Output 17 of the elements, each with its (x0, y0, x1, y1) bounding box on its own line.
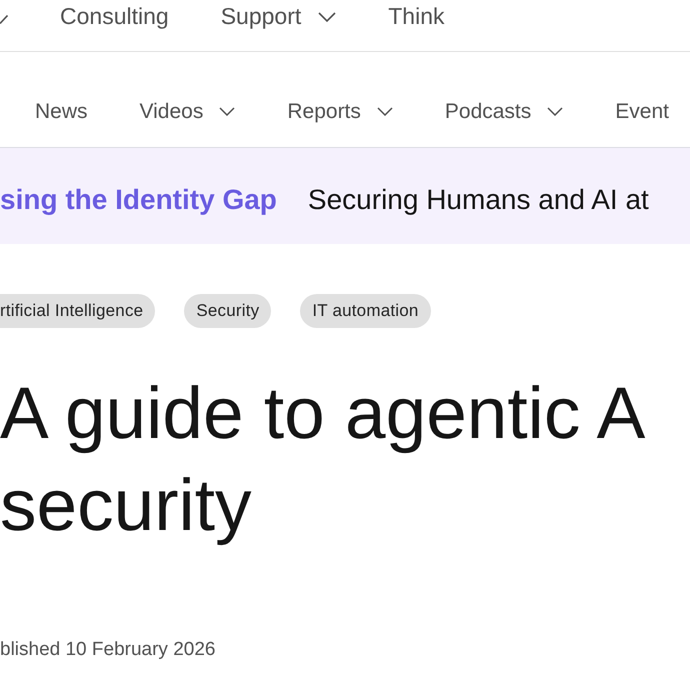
tag-chip[interactable]: Security (184, 294, 272, 328)
promo-banner[interactable]: sing the Identity Gap Securing Humans and AI at (0, 148, 690, 244)
nav-link[interactable]: Event (615, 96, 669, 126)
nav-link[interactable]: Consulting (60, 2, 169, 32)
chevron-icon[interactable] (0, 15, 8, 24)
banner-text: Securing Humans and AI at (308, 184, 649, 216)
publish-date: blished 10 February 2026 (0, 638, 216, 662)
nav-link[interactable]: News (35, 96, 88, 126)
tag-chip[interactable]: IT automation (300, 294, 431, 328)
nav-link[interactable]: Podcasts (444, 96, 564, 126)
tag-chip[interactable]: rtificial Intelligence (0, 294, 156, 328)
nav-link[interactable]: Support (220, 2, 336, 32)
nav-link[interactable]: Think (388, 2, 444, 32)
nav-link[interactable]: Reports (287, 96, 393, 126)
nav-link[interactable]: Videos (140, 96, 236, 126)
banner-headline: sing the Identity Gap (0, 184, 277, 216)
article-title: A guide to agentic A security (0, 372, 644, 548)
